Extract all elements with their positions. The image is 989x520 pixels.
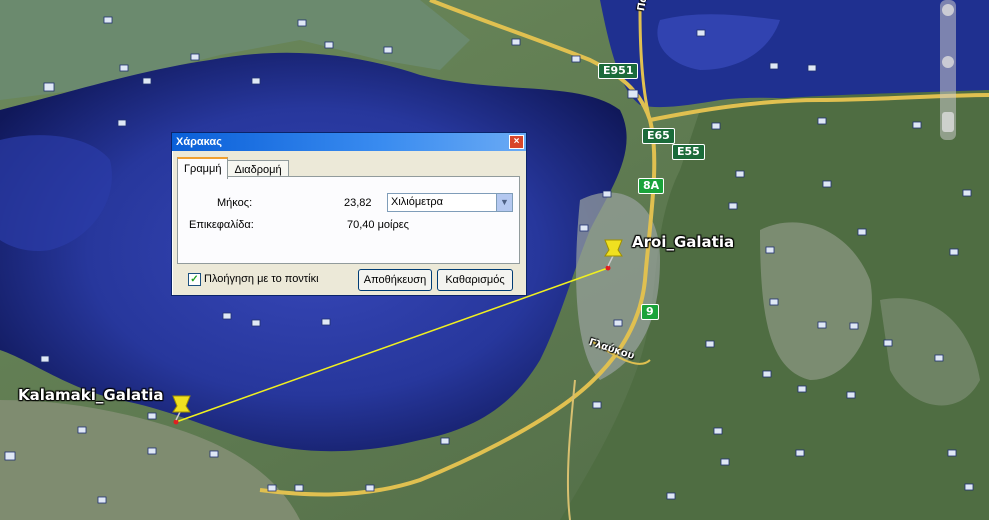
unit-select-value: Χιλιόμετρα [391,196,444,208]
ruler-start-point[interactable] [173,419,179,425]
dialog-titlebar[interactable]: Χάρακας × [172,133,526,151]
tab-panel-line: Μήκος: 23,82 Χιλιόμετρα ▼ Επικεφαλίδα: 7… [177,176,520,264]
gulf [600,0,989,108]
ruler-dialog: Χάρακας × Γραμμή Διαδρομή Μήκος: 23,82 Χι… [171,132,527,296]
tab-line[interactable]: Γραμμή [177,157,229,179]
length-value: 23,82 [344,197,372,209]
clear-button[interactable]: Καθαρισμός [437,269,513,291]
save-button[interactable]: Αποθήκευση [358,269,432,291]
dialog-title: Χάρακας [176,136,222,148]
placemark-label-aroi[interactable]: Aroi_Galatia [632,233,734,251]
placemark-label-kalamaki[interactable]: Kalamaki_Galatia [18,386,164,404]
unit-select[interactable]: Χιλιόμετρα ▼ [387,193,513,212]
road-shield-9: 9 [641,304,659,320]
heading-label: Επικεφαλίδα: [189,219,254,231]
dialog-tabs: Γραμμή Διαδρομή [177,157,289,179]
road-shield-e65: E65 [642,128,675,144]
navigation-control[interactable] [940,0,956,140]
road-shield-e951: E951 [598,63,639,79]
mouse-nav-label: Πλοήγηση με το ποντίκι [204,273,319,285]
close-icon[interactable]: × [509,135,524,149]
road-shield-e55: E55 [672,144,705,160]
mouse-nav-checkbox[interactable]: ✓ [188,273,201,286]
heading-value: 70,40 μοίρες [347,219,409,231]
road-shield-8a: 8A [638,178,665,194]
ruler-end-point[interactable] [605,265,611,271]
chevron-down-icon[interactable]: ▼ [496,194,512,211]
length-label: Μήκος: [217,197,253,209]
